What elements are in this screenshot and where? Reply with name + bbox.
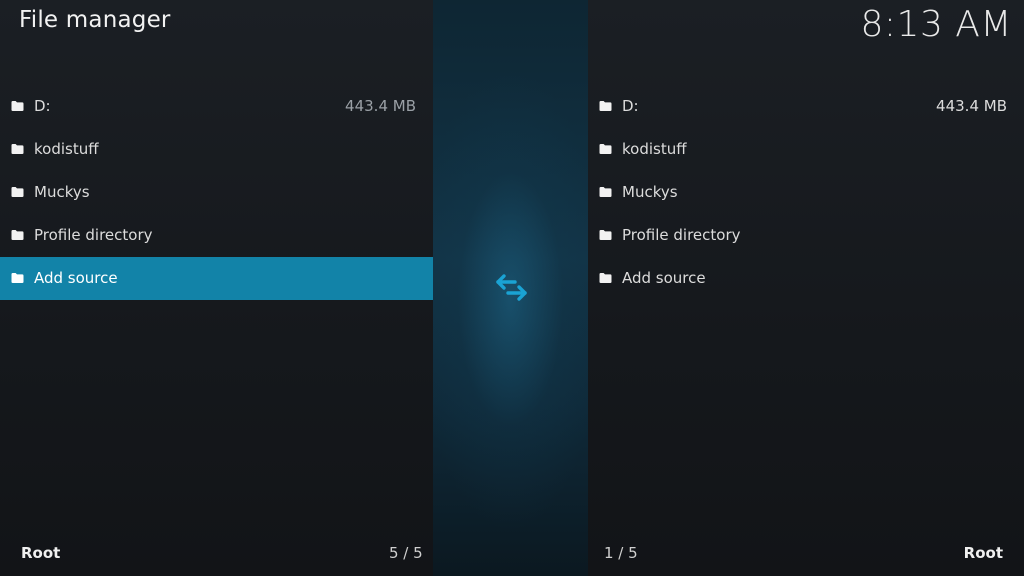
- list-item[interactable]: kodistuff: [588, 128, 1024, 171]
- list-item-label: kodistuff: [34, 140, 99, 158]
- folder-icon: [11, 273, 24, 283]
- list-item[interactable]: D: 443.4 MB: [588, 85, 1024, 128]
- left-pane: D: 443.4 MB kodistuff Muckys Profile dir…: [0, 85, 433, 300]
- list-item-label: kodistuff: [622, 140, 687, 158]
- list-item[interactable]: kodistuff: [0, 128, 433, 171]
- page-title: File manager: [19, 7, 171, 33]
- list-item-label: Add source: [34, 269, 118, 287]
- folder-icon: [599, 101, 612, 111]
- folder-icon: [11, 144, 24, 154]
- right-item-counter: 1 / 5: [604, 544, 638, 562]
- left-path-label: Root: [21, 544, 61, 562]
- list-item-label: Profile directory: [34, 226, 153, 244]
- folder-icon: [11, 187, 24, 197]
- clock: 8:13 AM: [860, 4, 1012, 45]
- folder-icon: [11, 230, 24, 240]
- right-path-label: Root: [963, 544, 1003, 562]
- folder-icon: [599, 230, 612, 240]
- list-item-selected[interactable]: Add source: [0, 257, 433, 300]
- list-item[interactable]: Profile directory: [588, 214, 1024, 257]
- swap-arrows-icon[interactable]: [494, 272, 530, 304]
- list-item[interactable]: Add source: [588, 257, 1024, 300]
- list-item[interactable]: Profile directory: [0, 214, 433, 257]
- list-item[interactable]: Muckys: [588, 171, 1024, 214]
- list-item-label: D:: [622, 97, 639, 115]
- right-pane: D: 443.4 MB kodistuff Muckys Profile dir…: [588, 85, 1024, 300]
- list-item-label: Muckys: [34, 183, 90, 201]
- folder-icon: [599, 273, 612, 283]
- list-item-size: 443.4 MB: [936, 97, 1007, 115]
- folder-icon: [599, 144, 612, 154]
- list-item-size: 443.4 MB: [345, 97, 416, 115]
- left-item-counter: 5 / 5: [389, 544, 423, 562]
- list-item[interactable]: Muckys: [0, 171, 433, 214]
- folder-icon: [599, 187, 612, 197]
- folder-icon: [11, 101, 24, 111]
- list-item[interactable]: D: 443.4 MB: [0, 85, 433, 128]
- list-item-label: Profile directory: [622, 226, 741, 244]
- list-item-label: Muckys: [622, 183, 678, 201]
- list-item-label: D:: [34, 97, 51, 115]
- list-item-label: Add source: [622, 269, 706, 287]
